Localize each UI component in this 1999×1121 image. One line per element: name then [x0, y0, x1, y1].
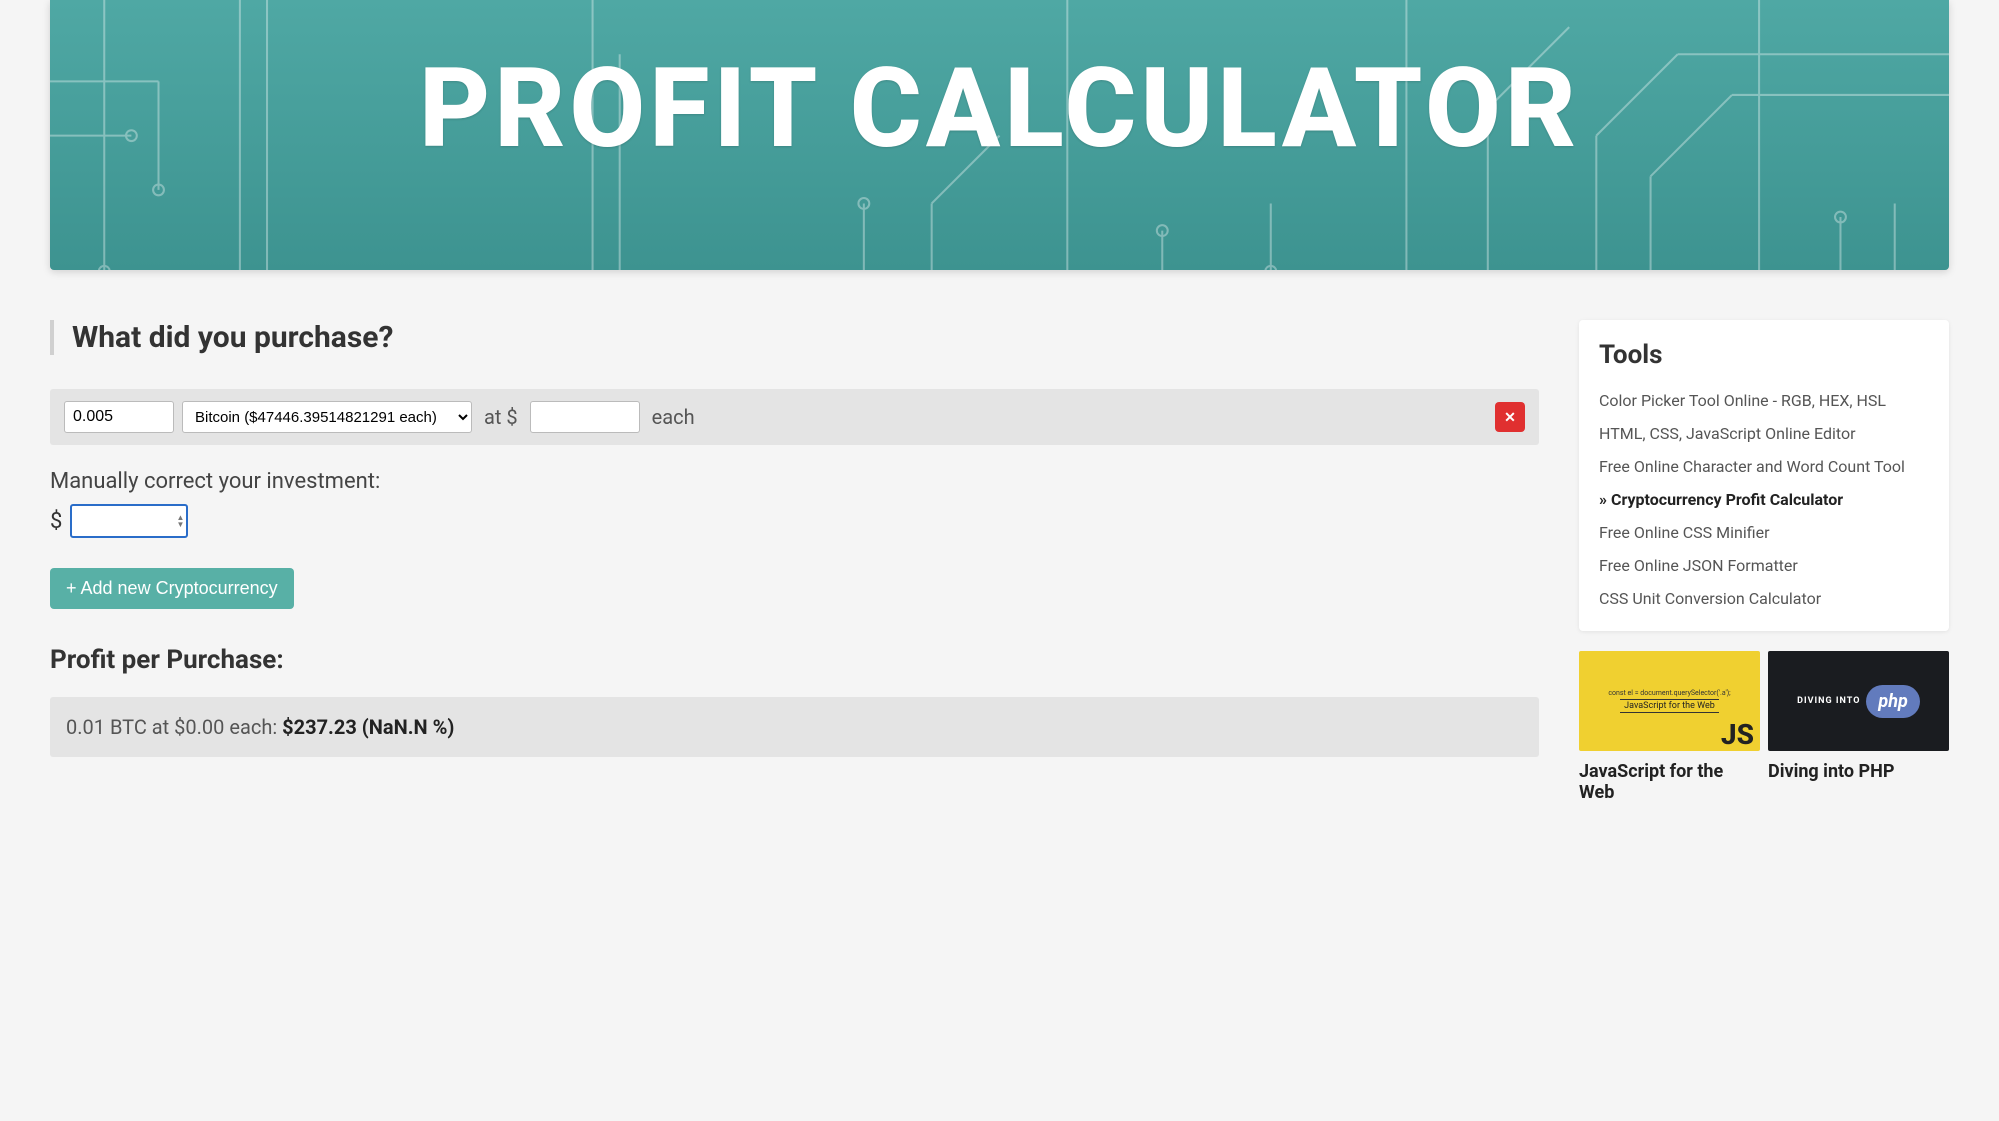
course-title-php: Diving into PHP	[1768, 761, 1949, 782]
sidebar-item-crypto-calc[interactable]: » Cryptocurrency Profit Calculator	[1599, 483, 1929, 516]
course-grid: const el = document.querySelector('.a');…	[1579, 651, 1949, 803]
purchase-heading: What did you purchase?	[50, 320, 1539, 355]
purchase-row: Bitcoin ($47446.39514821291 each) at $ e…	[50, 389, 1539, 445]
quantity-input[interactable]	[64, 401, 174, 433]
manual-correct-label: Manually correct your investment:	[50, 469, 1539, 494]
sidebar-item-css-unit[interactable]: CSS Unit Conversion Calculator	[1599, 582, 1929, 615]
course-thumb-php: DIVING INTO php	[1768, 651, 1949, 751]
js-icon: JS	[1721, 718, 1754, 751]
sidebar-item-html-editor[interactable]: HTML, CSS, JavaScript Online Editor	[1599, 417, 1929, 450]
thumb-js-topline: const el = document.querySelector('.a');	[1608, 689, 1730, 697]
tools-list: Color Picker Tool Online - RGB, HEX, HSL…	[1599, 384, 1929, 615]
dollar-sign: $	[50, 509, 62, 534]
course-card-js[interactable]: const el = document.querySelector('.a');…	[1579, 651, 1760, 803]
each-label: each	[648, 405, 699, 429]
thumb-php-label: DIVING INTO	[1797, 696, 1860, 706]
thumb-js-subtitle: JavaScript for the Web	[1620, 699, 1719, 713]
tools-card: Tools Color Picker Tool Online - RGB, HE…	[1579, 320, 1949, 631]
course-card-php[interactable]: DIVING INTO php Diving into PHP	[1768, 651, 1949, 803]
sidebar-item-css-minifier[interactable]: Free Online CSS Minifier	[1599, 516, 1929, 549]
crypto-select[interactable]: Bitcoin ($47446.39514821291 each)	[182, 401, 472, 433]
sidebar-item-json-formatter[interactable]: Free Online JSON Formatter	[1599, 549, 1929, 582]
investment-input[interactable]	[70, 504, 188, 538]
sidebar-item-color-picker[interactable]: Color Picker Tool Online - RGB, HEX, HSL	[1599, 384, 1929, 417]
course-thumb-js: const el = document.querySelector('.a');…	[1579, 651, 1760, 751]
php-icon: php	[1866, 685, 1919, 718]
course-title-js: JavaScript for the Web	[1579, 761, 1760, 803]
delete-row-button[interactable]: ✕	[1495, 402, 1525, 432]
at-label: at $	[480, 405, 522, 429]
manual-correct-row: $ ▲▼	[50, 504, 1539, 538]
hero-banner: PROFIT CALCULATOR	[50, 0, 1949, 270]
add-cryptocurrency-button[interactable]: + Add new Cryptocurrency	[50, 568, 294, 609]
hero-title: PROFIT CALCULATOR	[419, 44, 1580, 173]
profit-result-row: 0.01 BTC at $0.00 each: $237.23 (NaN.N %…	[50, 697, 1539, 757]
tools-title: Tools	[1599, 340, 1929, 370]
sidebar-column: Tools Color Picker Tool Online - RGB, HE…	[1579, 320, 1949, 803]
content-wrapper: What did you purchase? Bitcoin ($47446.3…	[0, 270, 1999, 853]
close-icon: ✕	[1504, 409, 1516, 426]
profit-prefix: 0.01 BTC at $0.00 each:	[66, 715, 282, 739]
price-input[interactable]	[530, 401, 640, 433]
profit-heading: Profit per Purchase:	[50, 645, 1539, 675]
sidebar-item-word-count[interactable]: Free Online Character and Word Count Too…	[1599, 450, 1929, 483]
profit-value: $237.23 (NaN.N %)	[282, 715, 454, 739]
page-root: PROFIT CALCULATOR What did you purchase?…	[0, 0, 1999, 1121]
main-column: What did you purchase? Bitcoin ($47446.3…	[50, 320, 1539, 757]
